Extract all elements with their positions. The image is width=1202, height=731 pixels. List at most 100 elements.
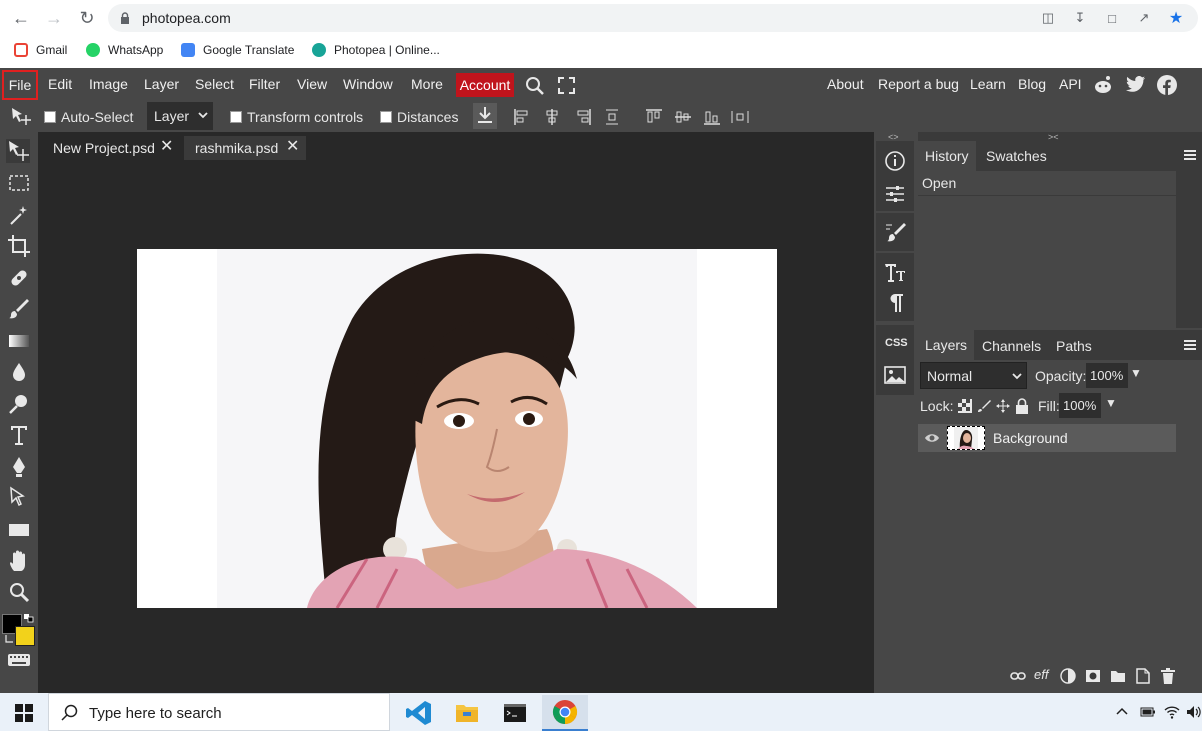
taskbar-chrome[interactable] xyxy=(542,695,588,731)
lock-pixels-icon[interactable] xyxy=(977,399,991,413)
lock-position-icon[interactable] xyxy=(996,399,1010,413)
search-icon[interactable] xyxy=(525,76,545,96)
pen-tool-icon[interactable] xyxy=(7,455,31,479)
chevron-up-icon[interactable] xyxy=(1116,707,1128,715)
menu-learn[interactable]: Learn xyxy=(970,76,1006,92)
taskbar-file-explorer[interactable] xyxy=(444,695,490,731)
lock-transparency-icon[interactable] xyxy=(958,399,972,413)
menu-more[interactable]: More xyxy=(411,76,443,92)
lock-all-icon[interactable] xyxy=(1015,398,1029,414)
menu-blog[interactable]: Blog xyxy=(1018,76,1046,92)
reload-icon[interactable]: ↻ xyxy=(76,7,98,29)
menu-file[interactable]: File xyxy=(2,70,38,100)
wifi-icon[interactable] xyxy=(1164,705,1180,719)
swap-colors-icon[interactable] xyxy=(4,634,14,644)
bookmark-gmail[interactable]: Gmail xyxy=(14,42,67,58)
align-left-icon[interactable] xyxy=(513,108,531,126)
marquee-tool-icon[interactable] xyxy=(7,171,31,195)
bookmark-whatsapp[interactable]: WhatsApp xyxy=(86,42,163,58)
share-icon[interactable]: ↗ xyxy=(1136,10,1152,26)
image-icon[interactable] xyxy=(884,365,906,385)
battery-icon[interactable] xyxy=(1140,707,1156,717)
align-bottom-icon[interactable] xyxy=(703,108,721,126)
new-group-icon[interactable] xyxy=(1110,669,1126,683)
menu-report-bug[interactable]: Report a bug xyxy=(878,76,959,92)
close-icon[interactable]: ✕ xyxy=(286,136,299,156)
forward-arrow-icon[interactable]: → xyxy=(43,7,65,29)
tab-paths[interactable]: Paths xyxy=(1056,338,1092,354)
layer-effects-icon[interactable]: eff xyxy=(1034,667,1048,682)
menu-select[interactable]: Select xyxy=(195,76,234,92)
taskbar-vscode[interactable] xyxy=(396,695,442,731)
align-middle-icon[interactable] xyxy=(674,108,692,126)
tab-channels[interactable]: Channels xyxy=(982,338,1041,354)
volume-icon[interactable] xyxy=(1186,705,1202,719)
taskbar-search-box[interactable]: Type here to search xyxy=(48,693,390,731)
menu-view[interactable]: View xyxy=(297,76,327,92)
tab-layers[interactable]: Layers xyxy=(918,330,975,360)
layer-select-dropdown[interactable]: Layer xyxy=(147,102,213,130)
align-center-h-icon[interactable] xyxy=(543,108,561,126)
menu-filter[interactable]: Filter xyxy=(249,76,280,92)
delete-layer-icon[interactable] xyxy=(1160,668,1176,684)
fill-slider-icon[interactable]: ▼ xyxy=(1105,396,1117,410)
gradient-tool-icon[interactable] xyxy=(7,329,31,353)
character-icon[interactable] xyxy=(884,261,906,283)
menu-api[interactable]: API xyxy=(1059,76,1082,92)
path-select-tool-icon[interactable] xyxy=(7,486,31,510)
tab-history[interactable]: History xyxy=(918,141,976,171)
align-top-icon[interactable] xyxy=(645,108,663,126)
move-tool-icon[interactable] xyxy=(10,107,32,127)
rectangle-tool-icon[interactable] xyxy=(7,518,31,542)
layer-row-background[interactable]: Background xyxy=(918,424,1176,452)
eye-icon[interactable] xyxy=(924,432,940,444)
keyboard-icon[interactable] xyxy=(7,651,31,669)
menu-layer[interactable]: Layer xyxy=(144,76,179,92)
fullscreen-icon[interactable] xyxy=(558,77,575,94)
crop-tool-icon[interactable] xyxy=(7,234,31,258)
bookmark-photopea[interactable]: Photopea | Online... xyxy=(312,42,440,58)
document-canvas[interactable] xyxy=(137,249,777,608)
bookmark-star-icon[interactable]: ★ xyxy=(1168,10,1184,27)
auto-select-checkbox[interactable] xyxy=(44,111,56,123)
taskbar-terminal[interactable] xyxy=(492,695,538,731)
default-colors-icon[interactable] xyxy=(23,613,35,623)
adjustment-layer-icon[interactable] xyxy=(1060,668,1076,684)
distances-checkbox[interactable] xyxy=(380,111,392,123)
new-layer-icon[interactable] xyxy=(1136,668,1150,684)
back-arrow-icon[interactable]: ← xyxy=(10,7,32,29)
panel-menu-icon[interactable] xyxy=(1184,150,1196,160)
reddit-icon[interactable] xyxy=(1093,75,1113,95)
collapse-arrows-icon[interactable]: >< xyxy=(1048,132,1059,142)
tab-swatches[interactable]: Swatches xyxy=(986,148,1047,164)
document-icon[interactable]: □ xyxy=(1104,10,1120,26)
blend-mode-dropdown[interactable]: Normal xyxy=(920,362,1027,389)
panel-menu-icon[interactable] xyxy=(1184,340,1196,350)
account-button[interactable]: Account xyxy=(456,73,514,97)
twitter-icon[interactable] xyxy=(1126,76,1146,93)
blur-tool-icon[interactable] xyxy=(7,360,31,384)
menu-about[interactable]: About xyxy=(827,76,864,92)
brush-tool-icon[interactable] xyxy=(7,297,31,321)
move-tool-icon[interactable] xyxy=(6,139,30,163)
menu-window[interactable]: Window xyxy=(343,76,393,92)
facebook-icon[interactable] xyxy=(1157,75,1177,95)
menu-image[interactable]: Image xyxy=(89,76,128,92)
opacity-slider-icon[interactable]: ▼ xyxy=(1130,366,1142,380)
address-bar[interactable]: photopea.com ◫ ↧ □ ↗ ★ xyxy=(108,4,1198,32)
zoom-tool-icon[interactable] xyxy=(7,580,31,604)
bookmark-google-translate[interactable]: Google Translate xyxy=(181,42,294,58)
download-align-button[interactable] xyxy=(473,103,497,129)
save-page-icon[interactable]: ◫ xyxy=(1040,10,1056,26)
adjustments-icon[interactable] xyxy=(884,183,906,205)
type-tool-icon[interactable] xyxy=(7,423,31,447)
history-item[interactable]: Open xyxy=(918,171,1176,196)
download-icon[interactable]: ↧ xyxy=(1072,10,1088,26)
paragraph-icon[interactable] xyxy=(884,292,906,314)
opacity-input[interactable]: 100% xyxy=(1086,363,1128,388)
fill-input[interactable]: 100% xyxy=(1059,393,1101,418)
layer-mask-icon[interactable] xyxy=(1085,669,1101,683)
distribute-vertical-icon[interactable] xyxy=(603,108,621,126)
windows-start-icon[interactable] xyxy=(15,704,33,722)
info-icon[interactable] xyxy=(884,150,906,172)
